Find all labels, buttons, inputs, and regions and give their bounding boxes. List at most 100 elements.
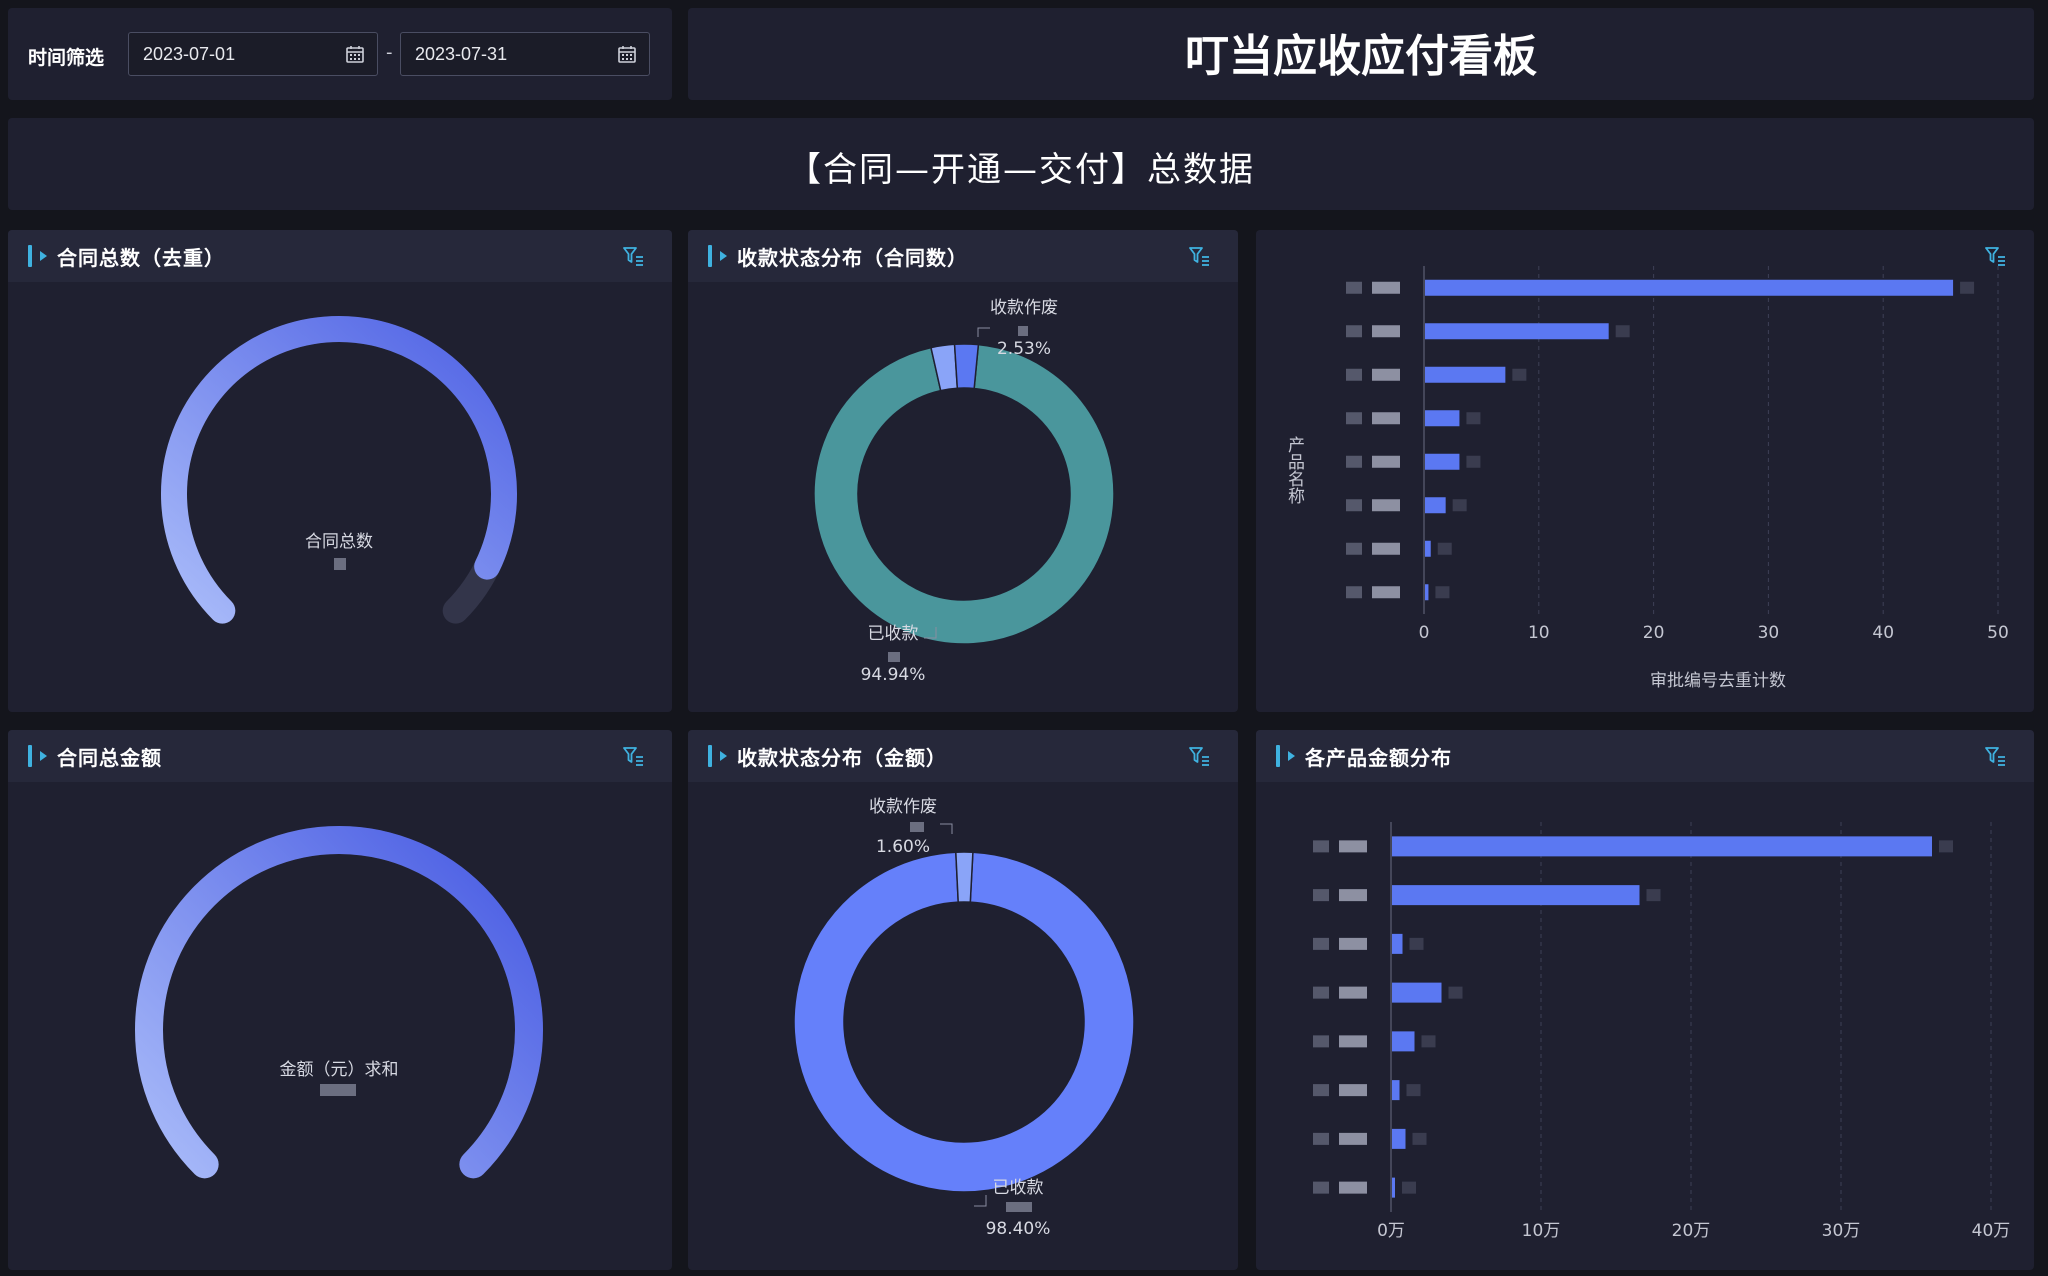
filter-icon[interactable] <box>1188 245 1210 267</box>
received-label-pct: 94.94% <box>861 665 926 685</box>
redacted-data-label <box>1615 325 1630 338</box>
end-date-input[interactable] <box>413 42 617 66</box>
bar[interactable] <box>1392 1128 1406 1149</box>
panel-header: 收款状态分布（合同数） <box>688 230 1238 282</box>
date-filter-panel: 时间筛选 - <box>8 8 672 100</box>
bar[interactable] <box>1425 540 1431 557</box>
bar[interactable] <box>1425 279 1954 296</box>
board-title-panel: 叮当应收应付看板 <box>688 8 2034 100</box>
x-tick-label: 10万 <box>1522 1221 1561 1241</box>
redacted-category-label <box>1372 586 1400 599</box>
x-tick-label: 0 <box>1419 623 1430 643</box>
void-label-name: 收款作废 <box>869 797 937 817</box>
redacted-category-label <box>1372 412 1400 425</box>
redacted-category-label <box>1372 281 1400 294</box>
product-amount-bar-chart: 0万 10万 20万 30万 40万 <box>1313 822 2011 1241</box>
x-tick-label: 40万 <box>1972 1221 2011 1241</box>
panel-header: 收款状态分布（金额） <box>688 730 1238 782</box>
product-amount-panel: 各产品金额分布 0万 10万 20万 30万 40万 <box>1256 730 2034 1270</box>
y-axis-label: 产品名称 <box>1284 436 1305 505</box>
header-arrow-icon <box>40 251 47 261</box>
redacted-category-label <box>1346 368 1362 381</box>
bar[interactable] <box>1392 933 1403 954</box>
contract-count-panel: 合同总数（去重） 合同总数 <box>8 230 672 712</box>
void-label-pct: 2.53% <box>997 339 1051 359</box>
redacted-data-label <box>1452 499 1467 512</box>
contract-count-gauge: 合同总数 <box>161 316 517 624</box>
void-label-pct: 1.60% <box>876 837 930 857</box>
redacted-value <box>910 822 924 832</box>
board-title: 叮当应收应付看板 <box>1185 31 1537 82</box>
end-date-field[interactable] <box>400 32 650 76</box>
header-bar-icon <box>708 245 712 267</box>
x-tick-label: 10 <box>1528 623 1550 643</box>
bar[interactable] <box>1392 836 1932 857</box>
bar[interactable] <box>1425 453 1460 470</box>
redacted-category-label <box>1339 1132 1367 1145</box>
redacted-data-label <box>1435 586 1450 599</box>
start-date-input[interactable] <box>141 42 345 66</box>
header-arrow-icon <box>720 751 727 761</box>
redacted-category-label <box>1372 368 1400 381</box>
panel-title: 各产品金额分布 <box>1305 745 1452 770</box>
redacted-category-label <box>1372 325 1400 338</box>
section-title-panel: 【合同—开通—交付】总数据 <box>8 118 2034 210</box>
redacted-data-label <box>1466 455 1481 468</box>
redacted-value <box>1018 326 1028 336</box>
calendar-icon[interactable] <box>617 44 637 64</box>
redacted-category-label <box>1339 986 1367 999</box>
bar[interactable] <box>1425 497 1446 514</box>
header-arrow-icon <box>40 751 47 761</box>
bar[interactable] <box>1425 410 1460 427</box>
panel-title: 收款状态分布（合同数） <box>737 245 968 270</box>
received-label-pct: 98.40% <box>986 1219 1051 1239</box>
product-count-bar-chart: 0 10 20 30 40 50 产品名称 审批编号去重计数 <box>1284 266 2009 691</box>
redacted-category-label <box>1313 1035 1329 1048</box>
status-count-donut: 收款作废 2.53% 已收款 94.94% <box>813 298 1115 685</box>
bar[interactable] <box>1392 885 1640 906</box>
bar[interactable] <box>1392 982 1442 1003</box>
filter-icon[interactable] <box>1984 745 2006 767</box>
header-bar-icon <box>708 745 712 767</box>
received-label-name: 已收款 <box>993 1178 1044 1198</box>
redacted-category-label <box>1372 499 1400 512</box>
redacted-category-label <box>1339 937 1367 950</box>
bar[interactable] <box>1425 323 1609 340</box>
x-tick-label: 50 <box>1987 623 2009 643</box>
filter-icon[interactable] <box>622 745 644 767</box>
redacted-data-label <box>1448 986 1463 999</box>
redacted-data-label <box>1402 1181 1416 1194</box>
donut-slice <box>955 851 974 903</box>
redacted-data-label <box>1466 412 1481 425</box>
redacted-data-label <box>1406 1084 1421 1097</box>
redacted-category-label <box>1346 455 1362 468</box>
redacted-value <box>888 652 900 662</box>
redacted-value <box>320 1084 356 1096</box>
redacted-category-label <box>1313 986 1329 999</box>
start-date-field[interactable] <box>128 32 378 76</box>
section-title: 【合同—开通—交付】总数据 <box>787 150 1255 190</box>
bar[interactable] <box>1392 1031 1415 1052</box>
header-bar-icon <box>28 745 32 767</box>
filter-icon[interactable] <box>1188 745 1210 767</box>
status-amount-panel: 收款状态分布（金额） 收款作废 1.60% 已收款 98.40% <box>688 730 1238 1270</box>
status-count-panel: 收款状态分布（合同数） 收款作废 2.53% 已收款 94.94% <box>688 230 1238 712</box>
redacted-value <box>334 558 346 570</box>
redacted-data-label <box>1960 281 1975 294</box>
filter-icon[interactable] <box>622 245 644 267</box>
bar[interactable] <box>1392 1177 1395 1198</box>
bar[interactable] <box>1425 366 1506 383</box>
redacted-data-label <box>1412 1132 1427 1145</box>
bar[interactable] <box>1425 584 1429 601</box>
redacted-category-label <box>1339 889 1367 902</box>
panel-header: 各产品金额分布 <box>1256 730 2034 782</box>
header-arrow-icon <box>720 251 727 261</box>
bar[interactable] <box>1392 1080 1400 1101</box>
filter-label: 时间筛选 <box>28 47 105 69</box>
gauge-fill <box>135 826 543 1179</box>
calendar-icon[interactable] <box>345 44 365 64</box>
header-arrow-icon <box>1288 751 1295 761</box>
redacted-category-label <box>1346 499 1362 512</box>
redacted-data-label <box>1939 840 1953 853</box>
x-tick-label: 40 <box>1872 623 1894 643</box>
